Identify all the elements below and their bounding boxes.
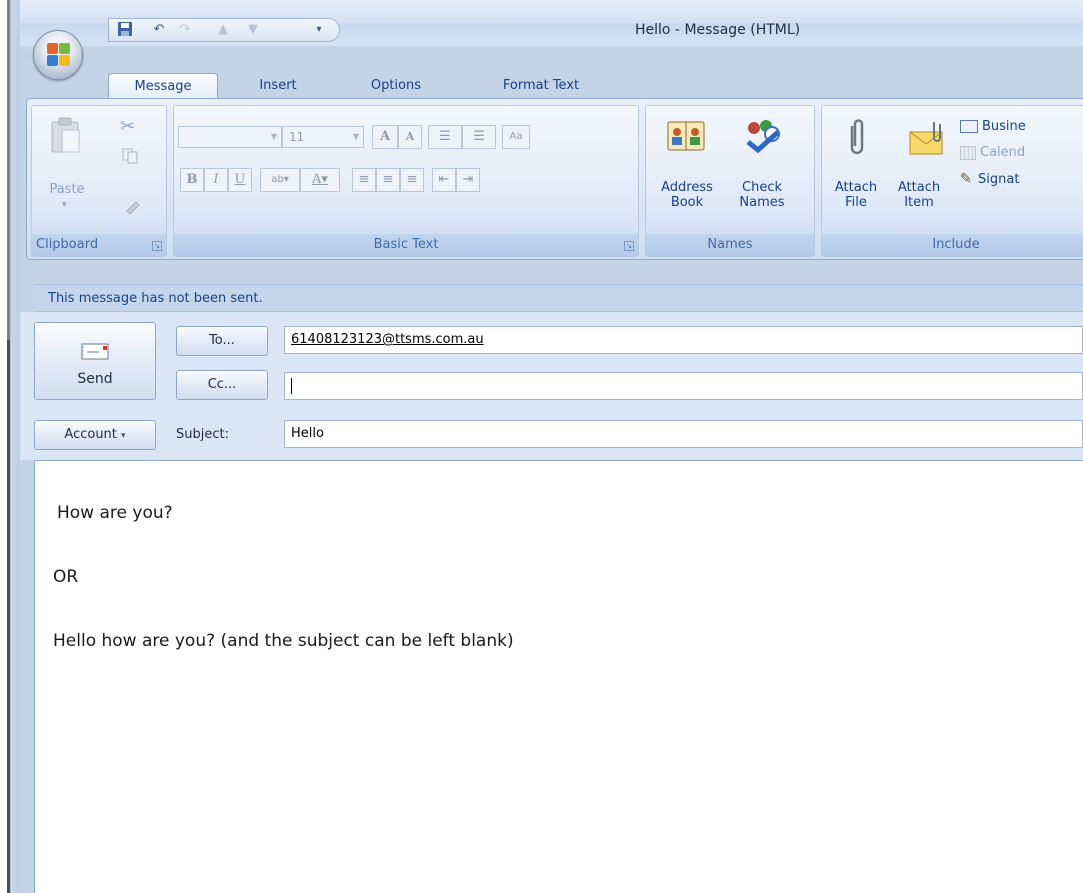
underline-button[interactable]: U (228, 168, 252, 192)
decrease-indent-button[interactable]: ⇤ (432, 168, 456, 192)
cc-button[interactable]: Cc... (176, 370, 268, 400)
font-color-button[interactable]: A▾ (300, 168, 340, 192)
previous-item-icon[interactable]: ▲ (213, 21, 233, 39)
business-card-button[interactable]: Busine (960, 116, 1083, 138)
subject-field[interactable]: Hello (284, 420, 1083, 448)
body-line: OR (53, 567, 79, 587)
ribbon: Paste ▾ ✂ Clipboard ↘ ▼ 11 ▼ A A ☰ ☰ Aa B… (26, 98, 1083, 260)
basic-text-group: ▼ 11 ▼ A A ☰ ☰ Aa B I U ab▾ A▾ ≡ ≡ ≡ ⇤ ⇥ … (173, 105, 639, 257)
calendar-icon (960, 145, 976, 160)
address-book-icon[interactable] (666, 118, 706, 157)
attach-file-icon[interactable] (844, 118, 870, 163)
numbering-button[interactable]: ☰ (462, 125, 496, 149)
attach-item-label-line1: Attach (897, 180, 941, 195)
quick-access-toolbar: ↶ ↷ ▲ ▼ ▾ (108, 18, 340, 42)
customize-toolbar-icon[interactable]: ▾ (309, 21, 329, 39)
message-body-editor[interactable]: How are you? OR Hello how are you? (and … (34, 460, 1083, 893)
attach-item-icon[interactable] (908, 118, 948, 161)
italic-button[interactable]: I (204, 168, 228, 192)
check-names-button[interactable]: Check Names (730, 180, 794, 210)
to-field[interactable]: 61408123123@ttsms.com.au (284, 326, 1083, 354)
bullets-button[interactable]: ☰ (428, 125, 462, 149)
highlight-color-button[interactable]: ab▾ (260, 168, 300, 192)
redo-icon[interactable]: ↷ (175, 21, 195, 39)
include-group: Attach File Attach Item Busine Calend ✎ S… (821, 105, 1083, 257)
window-title: Hello - Message (HTML) (635, 22, 801, 38)
clipboard-group-label: Clipboard (32, 234, 166, 256)
calendar-button[interactable]: Calend (960, 142, 1083, 164)
tab-insert[interactable]: Insert (246, 73, 310, 99)
copy-icon[interactable] (122, 148, 138, 167)
include-group-label: Include (822, 234, 1083, 256)
clipboard-launcher-icon[interactable]: ↘ (152, 241, 162, 251)
signature-label: Signat (978, 172, 1020, 187)
account-label: Account (64, 427, 117, 442)
attach-file-label-line1: Attach (834, 180, 878, 195)
tab-options[interactable]: Options (356, 73, 436, 99)
to-button[interactable]: To... (176, 326, 268, 356)
send-label: Send (77, 371, 113, 387)
window-left-shadow (7, 340, 10, 893)
to-recipient[interactable]: 61408123123@ttsms.com.au (291, 332, 484, 347)
check-names-icon[interactable] (742, 116, 782, 157)
format-painter-icon[interactable] (124, 196, 142, 217)
send-button[interactable]: Send (34, 322, 156, 400)
account-dropdown-icon: ▾ (121, 431, 126, 441)
business-card-icon (960, 120, 978, 133)
body-line: Hello how are you? (and the subject can … (53, 631, 514, 651)
tab-format-text[interactable]: Format Text (482, 73, 600, 99)
shrink-font-button[interactable]: A (398, 125, 422, 149)
paste-dropdown-icon[interactable]: ▾ (62, 200, 67, 210)
address-book-label-line2: Book (670, 195, 704, 210)
paste-label: Paste (49, 182, 85, 197)
message-header: Send To... Cc... Account ▾ Subject: 6140… (20, 312, 1083, 460)
signature-button[interactable]: ✎ Signat (960, 168, 1083, 190)
attach-item-button[interactable]: Attach Item (890, 180, 948, 210)
window-left-border (0, 0, 20, 893)
grow-font-button[interactable]: A (372, 125, 398, 149)
next-item-icon[interactable]: ▼ (243, 21, 263, 39)
basic-text-launcher-icon[interactable]: ↘ (624, 241, 634, 251)
signature-icon: ✎ (960, 171, 972, 187)
subject-value: Hello (291, 426, 324, 441)
info-bar: This message has not been sent. (34, 284, 1083, 312)
check-names-label-line1: Check (742, 180, 782, 195)
attach-file-button[interactable]: Attach File (828, 180, 884, 210)
align-left-button[interactable]: ≡ (352, 168, 376, 192)
font-name-combo[interactable]: ▼ (178, 126, 282, 148)
clear-formatting-button[interactable]: Aa (502, 125, 530, 149)
body-line: How are you? (57, 503, 173, 523)
basic-text-group-label: Basic Text (174, 234, 638, 256)
calendar-label: Calend (980, 145, 1026, 160)
align-center-button[interactable]: ≡ (376, 168, 400, 192)
increase-indent-button[interactable]: ⇥ (456, 168, 480, 192)
names-group: Address Book Check Names Names (645, 105, 815, 257)
attach-item-label-line2: Item (904, 195, 934, 210)
paste-icon[interactable] (50, 116, 82, 157)
align-right-button[interactable]: ≡ (400, 168, 424, 192)
business-card-label: Busine (982, 119, 1026, 134)
clipboard-group: Paste ▾ ✂ Clipboard ↘ (31, 105, 167, 257)
office-logo-icon (47, 43, 71, 67)
check-names-label-line2: Names (739, 195, 785, 210)
tab-message[interactable]: Message (108, 73, 218, 99)
save-icon[interactable] (115, 21, 135, 39)
subject-label: Subject: (176, 427, 229, 442)
account-button[interactable]: Account ▾ (34, 420, 156, 450)
text-cursor (291, 377, 292, 394)
outlook-message-window: ↶ ↷ ▲ ▼ ▾ Hello - Message (HTML) Message… (0, 0, 1083, 893)
address-book-label-line1: Address (661, 180, 713, 195)
names-group-label: Names (646, 234, 814, 256)
undo-icon[interactable]: ↶ (149, 21, 169, 39)
address-book-button[interactable]: Address Book (652, 180, 722, 210)
font-size-value: 11 (289, 130, 305, 144)
ribbon-tabs: Message Insert Options Format Text (20, 68, 1083, 99)
attach-file-label-line2: File (845, 195, 867, 210)
cut-icon[interactable]: ✂ (120, 116, 135, 137)
send-icon (81, 341, 111, 365)
bold-button[interactable]: B (180, 168, 204, 192)
title-bar: ↶ ↷ ▲ ▼ ▾ Hello - Message (HTML) (20, 0, 1083, 46)
font-size-combo[interactable]: 11 ▼ (282, 126, 364, 148)
cc-field[interactable] (284, 372, 1083, 400)
